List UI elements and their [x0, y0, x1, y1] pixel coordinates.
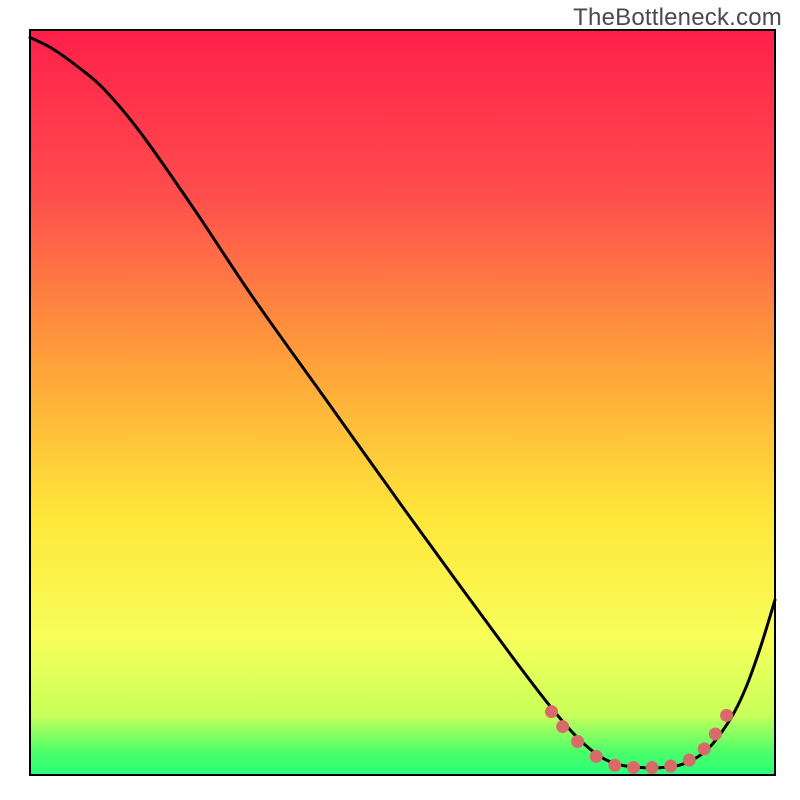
plot-background: [30, 30, 775, 775]
marker-dot: [720, 709, 733, 722]
bottleneck-chart: TheBottleneck.com: [0, 0, 800, 800]
marker-dot: [664, 760, 677, 773]
marker-dot: [627, 761, 640, 774]
marker-dot: [571, 735, 584, 748]
marker-dot: [545, 705, 558, 718]
marker-dot: [698, 742, 711, 755]
marker-dot: [646, 761, 659, 774]
marker-dot: [590, 750, 603, 763]
marker-dot: [709, 728, 722, 741]
marker-dot: [608, 759, 621, 772]
watermark-text: TheBottleneck.com: [573, 4, 782, 32]
marker-dot: [683, 754, 696, 767]
marker-dot: [556, 720, 569, 733]
chart-svg: [0, 0, 800, 800]
